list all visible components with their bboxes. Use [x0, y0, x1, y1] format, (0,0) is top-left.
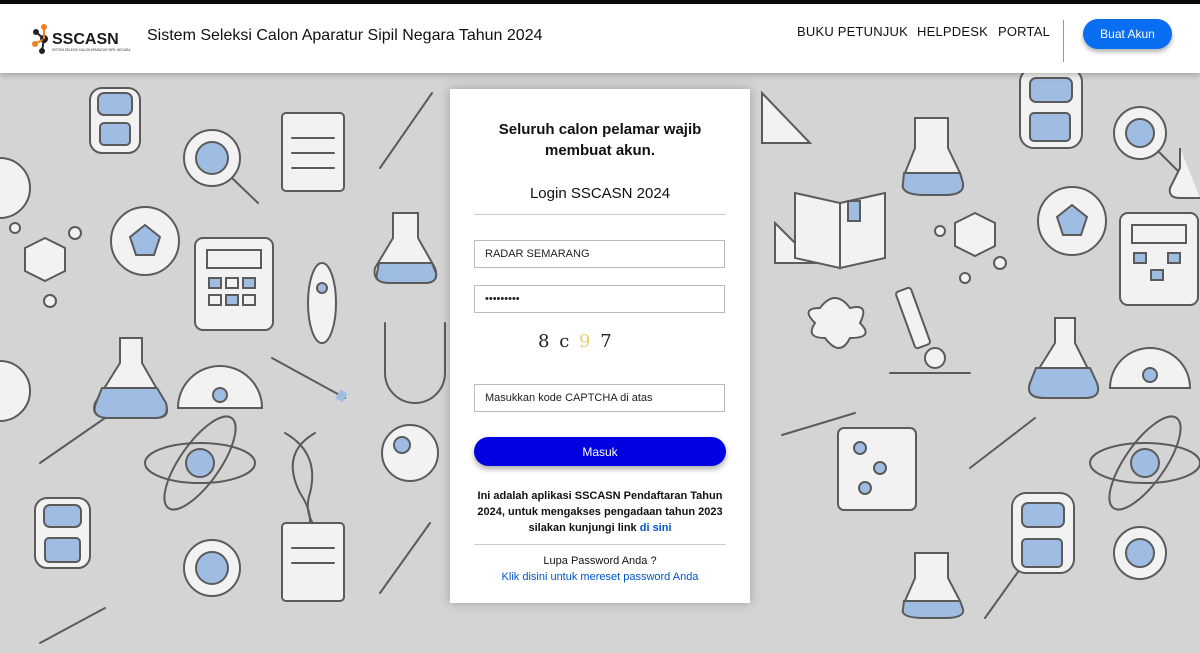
forgot-password-text: Lupa Password Anda ? — [543, 555, 657, 567]
login-card: Seluruh calon pelamar wajib membuat akun… — [450, 89, 750, 603]
backpack-icon-4 — [1011, 492, 1075, 574]
calculator-icon — [194, 237, 274, 331]
backpack-icon — [89, 87, 141, 154]
header: SSCASN SISTEM SELEKSI CALON APARATUR SIP… — [0, 4, 1200, 73]
info-text-body: Ini adalah aplikasi SSCASN Pendaftaran T… — [477, 490, 723, 534]
login-title: Login SSCASN 2024 — [529, 185, 671, 202]
notepad-icon-2 — [281, 522, 345, 602]
sscasn-logo[interactable]: SSCASN SISTEM SELEKSI CALON APARATUR SIP… — [30, 22, 138, 56]
backpack-icon-3 — [1019, 73, 1083, 149]
magnifier-icon-4 — [1113, 526, 1167, 580]
divider-bottom — [474, 544, 726, 545]
nav-divider — [1063, 20, 1064, 62]
paramecium-icon — [307, 262, 337, 344]
svg-text:SISTEM SELEKSI CALON APARATUR: SISTEM SELEKSI CALON APARATUR SIPIL NEGA… — [52, 48, 131, 52]
reset-password-link[interactable]: Klik disini untuk mereset password Anda — [470, 571, 730, 583]
calculator-icon-2 — [1119, 212, 1199, 306]
nav-helpdesk[interactable]: HELPDESK — [917, 24, 988, 39]
backpack-icon-2 — [34, 497, 91, 569]
svg-text:SSCASN: SSCASN — [52, 31, 119, 48]
login-heading: Seluruh calon pelamar wajib membuat akun… — [498, 121, 702, 159]
create-account-button[interactable]: Buat Akun — [1083, 19, 1172, 49]
captcha-char: 8 — [538, 331, 552, 352]
nav-buku-petunjuk[interactable]: BUKU PETUNJUK — [797, 24, 908, 39]
captcha-char: 9 — [579, 331, 593, 352]
soccer-ball-icon — [110, 206, 180, 276]
nav-portal[interactable]: PORTAL — [998, 24, 1050, 39]
captcha-char: c — [559, 331, 572, 352]
globe-icon — [381, 424, 439, 482]
site-title: Sistem Seleksi Calon Aparatur Sipil Nega… — [147, 27, 543, 44]
info-text: Ini adalah aplikasi SSCASN Pendaftaran T… — [472, 488, 728, 536]
magnifier-icon-2 — [183, 539, 241, 597]
abacus-icon — [837, 427, 917, 511]
login-button[interactable]: Masuk — [474, 437, 726, 466]
notepad-icon — [281, 112, 345, 192]
legacy-link[interactable]: di sini — [640, 522, 672, 534]
divider-top — [474, 214, 726, 215]
password-input[interactable] — [474, 285, 725, 313]
username-input[interactable] — [474, 240, 725, 268]
captcha-input[interactable] — [474, 384, 725, 412]
captcha-char: 7 — [600, 331, 614, 352]
book-icon — [794, 191, 886, 270]
soccer-ball-icon-2 — [1037, 186, 1107, 256]
captcha-image: 8 c 9 7 — [538, 331, 614, 352]
